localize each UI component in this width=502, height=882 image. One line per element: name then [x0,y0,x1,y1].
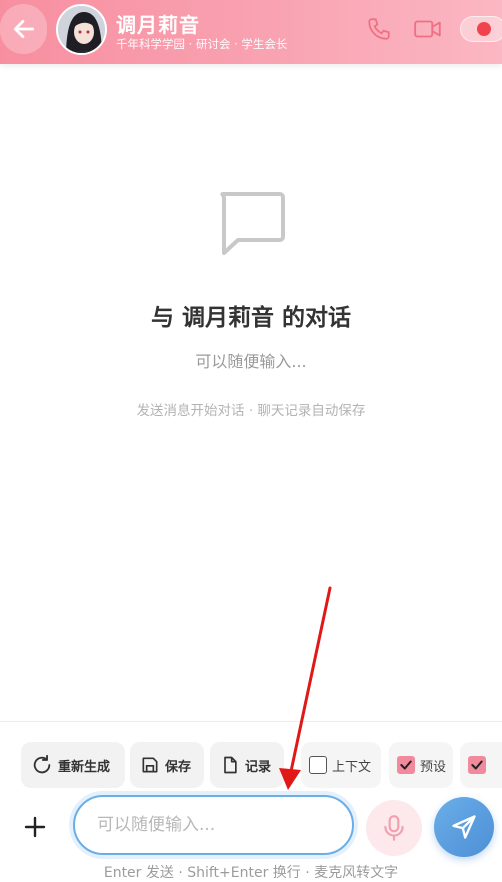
chat-header: 调月莉音 千年科学学园 · 研讨会 · 学生会长 [0,0,502,64]
records-label: 记录 [245,759,272,775]
check-icon [400,760,412,770]
keyboard-hint: Enter 发送 · Shift+Enter 换行 · 麦克风转文字 [103,865,399,881]
message-input[interactable] [73,795,354,855]
refresh-icon [33,754,51,774]
empty-state-hint: 发送消息开始对话 · 聊天记录自动保存 [136,403,366,419]
video-camera-icon [414,20,441,38]
context-label: 上下文 [332,759,372,775]
extra-checkbox[interactable] [460,742,502,788]
contact-subtitle: 千年科学学园 · 研讨会 · 学生会长 [116,37,288,51]
avatar[interactable] [56,4,107,55]
call-button[interactable] [364,14,394,44]
document-icon [224,756,237,774]
chat-bubble-icon [220,192,285,255]
checkbox-checked[interactable] [468,756,486,774]
checkbox-checked[interactable] [397,756,415,774]
context-checkbox[interactable]: 上下文 [301,742,381,788]
back-button[interactable] [0,4,47,54]
action-toolbar: 重新生成 保存 记录 上下文 预设 [0,742,502,790]
character-avatar [58,6,105,53]
empty-state-subtitle: 可以随便输入... [195,352,307,371]
video-call-button[interactable] [413,14,443,44]
contact-name: 调月莉音 [116,13,200,37]
microphone-icon [384,815,404,841]
save-label: 保存 [165,759,192,775]
empty-state-title: 与 调月莉音 的对话 [150,305,351,331]
arrow-left-icon [13,20,34,38]
attach-button[interactable] [20,812,50,842]
chat-page: 调月莉音 千年科学学园 · 研讨会 · 学生会长 与 调月莉音 的对话 可以随便… [0,0,502,882]
preset-checkbox[interactable]: 预设 [389,742,453,788]
send-icon [452,815,476,839]
save-button[interactable]: 保存 [130,742,204,788]
check-icon [471,760,483,770]
regenerate-button[interactable]: 重新生成 [21,742,125,788]
status-toggle[interactable] [460,16,502,42]
records-button[interactable]: 记录 [210,742,284,788]
toggle-knob [477,22,491,36]
save-icon [142,757,158,773]
phone-icon [368,18,390,40]
preset-label: 预设 [420,759,447,775]
plus-icon [24,816,46,838]
toolbar-divider [0,721,502,722]
checkbox-unchecked[interactable] [309,756,327,774]
regenerate-label: 重新生成 [58,759,111,775]
send-button[interactable] [434,797,494,857]
voice-input-button[interactable] [366,800,422,856]
